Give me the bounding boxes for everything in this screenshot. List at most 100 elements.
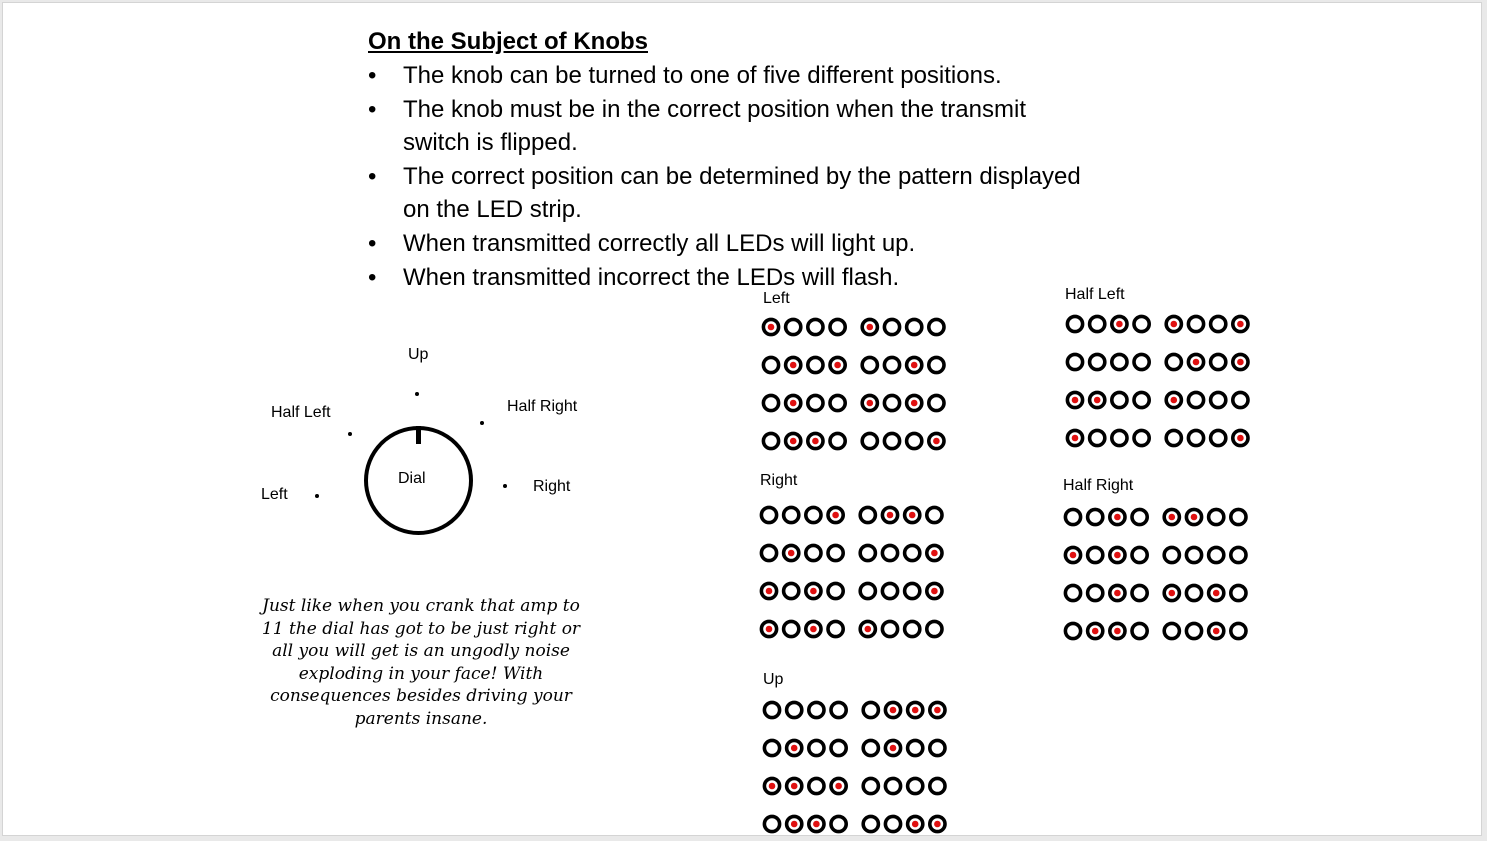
led-lit-icon: [829, 776, 848, 796]
led-lit-icon: [1230, 428, 1250, 448]
led-panel-label: Half Left: [1065, 286, 1125, 303]
led-lit-icon: [860, 317, 880, 337]
led-off-icon: [882, 431, 902, 451]
led-off-icon: [761, 393, 781, 413]
led-off-icon: [759, 543, 779, 563]
dial-pointer: [416, 426, 421, 444]
led-off-icon: [1228, 545, 1248, 565]
led-grid: [1065, 314, 1250, 448]
led-panel-label: Left: [763, 290, 790, 307]
led-lit-icon: [826, 505, 845, 525]
bullet-icon: •: [368, 96, 377, 123]
led-lit-icon: [784, 814, 804, 834]
rule-text: The knob must be in the correct position…: [403, 96, 1026, 156]
led-off-icon: [858, 505, 878, 525]
dial-position-dot-right: [503, 484, 507, 488]
led-off-icon: [902, 543, 922, 563]
led-off-icon: [1164, 428, 1184, 448]
led-off-icon: [861, 776, 881, 796]
led-lit-icon: [781, 543, 801, 563]
led-off-icon: [1132, 352, 1151, 372]
led-off-icon: [781, 581, 801, 601]
dial-label-up: Up: [408, 346, 429, 363]
led-off-icon: [826, 543, 845, 563]
led-off-icon: [927, 738, 947, 758]
led-off-icon: [926, 355, 946, 375]
led-lit-icon: [927, 814, 947, 834]
led-off-icon: [761, 355, 781, 375]
led-off-icon: [783, 317, 803, 337]
led-off-icon: [807, 738, 826, 758]
led-lit-icon: [759, 619, 779, 639]
led-off-icon: [826, 619, 845, 639]
rule-text: The correct position can be determined b…: [403, 163, 1081, 223]
led-off-icon: [1208, 314, 1228, 334]
led-off-icon: [828, 393, 847, 413]
led-off-icon: [1087, 352, 1107, 372]
led-lit-icon: [1186, 352, 1206, 372]
led-off-icon: [829, 738, 848, 758]
led-panel-label: Half Right: [1063, 477, 1134, 494]
led-off-icon: [804, 505, 823, 525]
dial-label-right: Right: [533, 478, 571, 495]
led-lit-icon: [783, 355, 803, 375]
led-grid: [759, 505, 944, 639]
led-off-icon: [826, 581, 845, 601]
led-lit-icon: [1065, 390, 1085, 410]
led-lit-icon: [927, 700, 947, 720]
led-lit-icon: [904, 393, 924, 413]
led-off-icon: [762, 814, 782, 834]
rules-list: • The knob can be turned to one of five d…: [368, 59, 1088, 295]
bullet-icon: •: [368, 230, 377, 257]
led-lit-icon: [1230, 314, 1250, 334]
dial-position-dot-half-right: [480, 421, 484, 425]
led-off-icon: [1065, 352, 1085, 372]
led-off-icon: [1208, 428, 1228, 448]
led-lit-icon: [1164, 314, 1184, 334]
led-off-icon: [861, 738, 881, 758]
led-lit-icon: [759, 581, 779, 601]
led-lit-icon: [783, 393, 803, 413]
led-lit-icon: [762, 776, 782, 796]
led-lit-icon: [904, 355, 924, 375]
dial-position-dot-half-left: [348, 432, 352, 436]
led-off-icon: [858, 543, 878, 563]
led-off-icon: [781, 619, 801, 639]
led-off-icon: [882, 317, 902, 337]
led-lit-icon: [926, 431, 946, 451]
led-off-icon: [1110, 352, 1129, 372]
led-off-icon: [904, 317, 924, 337]
led-lit-icon: [905, 814, 925, 834]
page-title: On the Subject of Knobs: [368, 28, 648, 55]
led-off-icon: [861, 814, 881, 834]
led-lit-icon: [924, 581, 944, 601]
led-grid: [1063, 507, 1248, 641]
dial-label-half-right: Half Right: [507, 398, 578, 415]
led-off-icon: [926, 317, 946, 337]
led-lit-icon: [1230, 352, 1250, 372]
led-off-icon: [781, 505, 801, 525]
led-off-icon: [858, 581, 878, 601]
rule-item: • The knob must be in the correct positio…: [368, 93, 1088, 159]
rule-item: • When transmitted correctly all LEDs wil…: [368, 227, 1088, 260]
led-off-icon: [1132, 314, 1151, 334]
dial-label-left: Left: [261, 486, 288, 503]
led-lit-icon: [858, 619, 878, 639]
led-lit-icon: [1108, 583, 1127, 603]
led-off-icon: [882, 393, 902, 413]
led-off-icon: [1208, 390, 1228, 410]
led-off-icon: [1085, 545, 1105, 565]
led-off-icon: [1208, 352, 1228, 372]
led-off-icon: [806, 355, 825, 375]
led-lit-icon: [1063, 545, 1083, 565]
led-off-icon: [1063, 507, 1083, 527]
led-off-icon: [1130, 545, 1149, 565]
led-lit-icon: [1108, 621, 1127, 641]
led-off-icon: [880, 543, 900, 563]
led-off-icon: [1130, 507, 1149, 527]
led-lit-icon: [1162, 583, 1182, 603]
slide: On the Subject of Knobs • The knob can be…: [2, 2, 1482, 836]
led-lit-icon: [761, 317, 781, 337]
led-off-icon: [905, 738, 925, 758]
led-off-icon: [1063, 583, 1083, 603]
